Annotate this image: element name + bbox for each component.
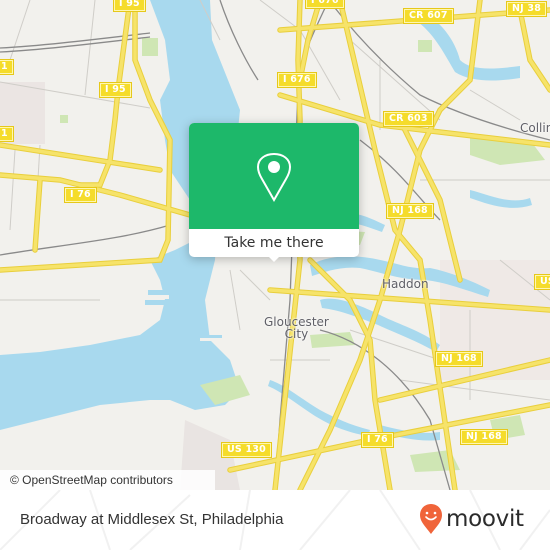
shield-cr607: CR 607 <box>403 8 454 24</box>
shield-cr603: CR 603 <box>383 111 434 127</box>
moovit-logo[interactable]: moovit <box>418 502 524 536</box>
map-view[interactable]: I 95 I 95 I 76 I 676 CR 607 NJ 38 CR 603… <box>0 0 550 490</box>
location-popup[interactable]: Take me there <box>189 123 359 262</box>
shield-nj168-middle: NJ 168 <box>435 351 483 367</box>
place-haddon: Haddon <box>382 277 429 291</box>
place-collingswood: Collin <box>520 121 550 135</box>
moovit-wordmark: moovit <box>446 506 524 532</box>
popup-header <box>189 123 359 229</box>
shield-partial-left-2: 1 <box>0 126 14 142</box>
stop-address: Broadway at Middlesex St, Philadelphia <box>20 511 284 528</box>
shield-i76-west: I 76 <box>64 187 97 203</box>
popup-pointer <box>266 254 282 262</box>
shield-i76-east: I 76 <box>361 432 394 448</box>
shield-nj168-north: NJ 168 <box>386 203 434 219</box>
moovit-pin-icon <box>420 504 442 534</box>
shield-us130: US 130 <box>221 442 272 458</box>
shield-i676: I 676 <box>277 72 317 88</box>
map-attribution[interactable]: © OpenStreetMap contributors <box>0 470 215 490</box>
shield-i95-top: I 95 <box>113 0 146 12</box>
shield-partial-left-1: 1 <box>0 59 14 75</box>
creek <box>470 190 532 208</box>
take-me-there-button[interactable]: Take me there <box>189 229 359 257</box>
shield-i95: I 95 <box>99 82 132 98</box>
shield-nj38: NJ 38 <box>505 1 548 17</box>
shield-nj168-south: NJ 168 <box>460 429 508 445</box>
place-gloucester-city: Gloucester City <box>264 315 329 341</box>
shield-i676-top: I 676 <box>305 0 345 9</box>
map-pin-icon <box>256 153 292 203</box>
shield-partial-right-us: US <box>534 274 550 290</box>
footer-bar: Broadway at Middlesex St, Philadelphia m… <box>0 490 550 550</box>
